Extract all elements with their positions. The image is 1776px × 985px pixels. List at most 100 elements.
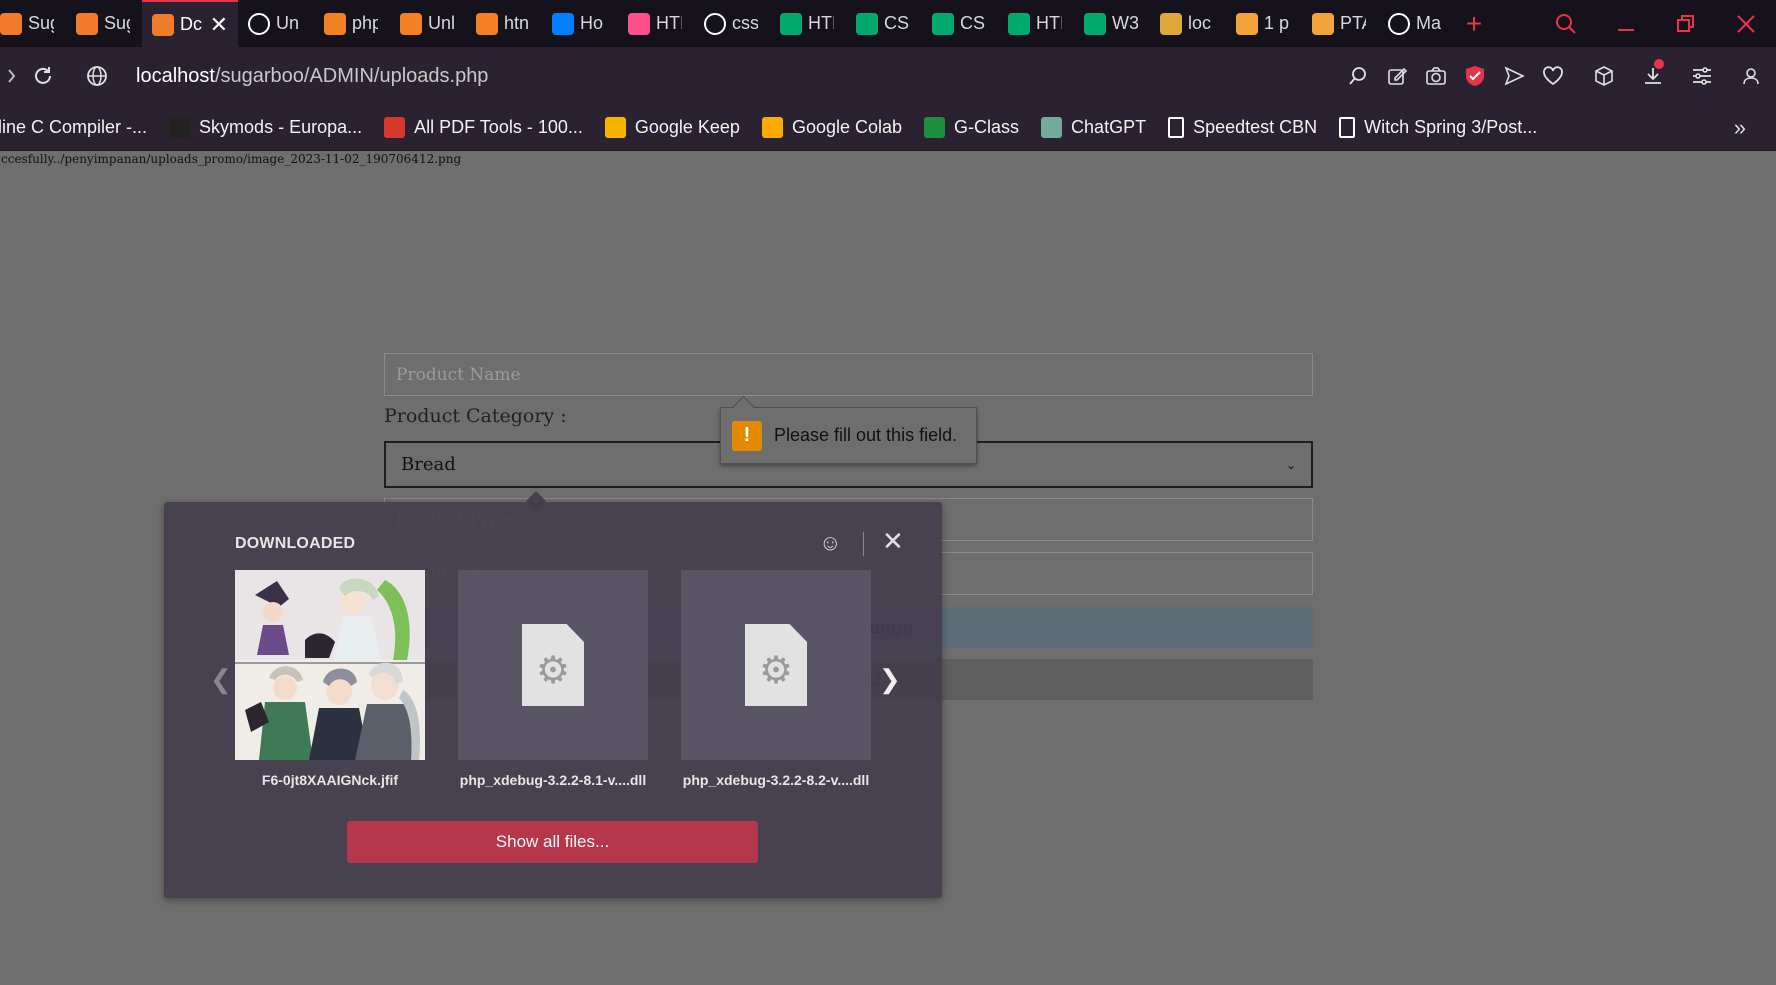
panel-divider bbox=[863, 532, 864, 556]
w3schools-icon bbox=[1084, 12, 1106, 35]
download-item[interactable]: ⚙ php_xdebug-3.2.2-8.2-v....dll bbox=[681, 570, 871, 788]
flow-send-icon[interactable] bbox=[1494, 47, 1533, 105]
stackoverflow-icon bbox=[400, 12, 422, 35]
bookmark-item[interactable]: Speedtest CBN bbox=[1168, 117, 1317, 138]
browser-tab[interactable]: 1 p bbox=[1226, 0, 1302, 47]
bookmark-item[interactable]: G-Class bbox=[924, 117, 1019, 138]
download-icon[interactable] bbox=[1633, 47, 1672, 105]
download-notification-dot bbox=[1654, 59, 1664, 69]
browser-tab[interactable]: HTI bbox=[770, 0, 846, 47]
browser-tab[interactable]: loc bbox=[1150, 0, 1226, 47]
tab-close-icon[interactable]: ✕ bbox=[210, 12, 228, 38]
browser-tab[interactable]: Sug bbox=[0, 0, 66, 47]
download-item[interactable]: F6-0jt8XAAIGNck.jfif bbox=[235, 570, 425, 788]
downloads-title: DOWNLOADED bbox=[235, 535, 356, 552]
download-item[interactable]: ⚙ php_xdebug-3.2.2-8.1-v....dll bbox=[458, 570, 648, 788]
bookmark-label: All PDF Tools - 100... bbox=[414, 117, 583, 137]
show-all-files-button[interactable]: Show all files... bbox=[347, 821, 758, 863]
tab-title: Sug bbox=[104, 13, 130, 33]
tab-bar: Sug Sug Dc ✕ Un php Unl htn Ho HTI css HTI CSS CSS HTI… bbox=[0, 0, 1776, 47]
tab-title: Ho bbox=[580, 13, 604, 33]
tab-title: Sug bbox=[28, 13, 54, 33]
browser-tab[interactable]: HTI bbox=[618, 0, 694, 47]
browser-tab[interactable]: CSS bbox=[922, 0, 998, 47]
zoom-search-icon[interactable] bbox=[1338, 47, 1377, 105]
tn-icon bbox=[1236, 12, 1258, 35]
browser-tab[interactable]: W3 bbox=[1074, 0, 1150, 47]
stackoverflow-icon bbox=[476, 12, 498, 35]
easy-setup-icon[interactable] bbox=[1682, 47, 1721, 105]
digitalocean-icon bbox=[552, 12, 574, 35]
chevron-right-icon[interactable]: ❯ bbox=[879, 664, 901, 695]
tab-title: css bbox=[732, 13, 758, 33]
close-icon[interactable]: ✕ bbox=[882, 526, 904, 557]
toolbar-icons bbox=[1338, 47, 1776, 105]
product-name-input[interactable]: Product Name bbox=[384, 353, 1313, 396]
new-tab-button[interactable]: + bbox=[1454, 0, 1494, 47]
browser-tab[interactable]: HTI bbox=[998, 0, 1074, 47]
browser-tab[interactable]: PTA bbox=[1302, 0, 1378, 47]
browser-tab[interactable]: Un bbox=[238, 0, 314, 47]
bookmark-item[interactable]: Google Keep bbox=[604, 117, 740, 138]
tab-title: Ma bbox=[1416, 13, 1442, 33]
classroom-icon bbox=[924, 117, 946, 138]
download-filename: php_xdebug-3.2.2-8.2-v....dll bbox=[682, 772, 870, 788]
site-info-globe-icon[interactable] bbox=[74, 47, 120, 105]
minimize-button[interactable] bbox=[1596, 0, 1656, 47]
bookmark-label: Google Colab bbox=[791, 117, 903, 137]
bookmark-item[interactable]: ChatGPT bbox=[1041, 117, 1146, 138]
bookmark-item[interactable]: Skymods - Europa... bbox=[169, 117, 362, 138]
camera-icon[interactable] bbox=[1416, 47, 1455, 105]
tn-icon bbox=[1312, 12, 1334, 35]
smiley-feedback-icon[interactable]: ☺ bbox=[819, 530, 841, 556]
w3schools-icon bbox=[780, 12, 802, 35]
restore-button[interactable] bbox=[1656, 0, 1716, 47]
github-icon bbox=[1388, 12, 1410, 35]
browser-tab[interactable]: Sug bbox=[66, 0, 142, 47]
back-arrow-icon[interactable] bbox=[0, 47, 20, 105]
document-icon bbox=[1168, 117, 1185, 138]
bookmark-item[interactable]: Google Colab bbox=[761, 117, 903, 138]
chevron-left-icon[interactable]: ❮ bbox=[210, 664, 232, 695]
tab-search-icon[interactable] bbox=[1536, 0, 1596, 47]
tab-title: loc bbox=[1188, 13, 1212, 33]
url-field[interactable]: localhost/sugarboo/ADMIN/uploads.php bbox=[136, 65, 488, 88]
browser-tab[interactable]: CSS bbox=[846, 0, 922, 47]
browser-tab[interactable]: Dc ✕ bbox=[142, 0, 238, 47]
bookmarks-overflow-icon[interactable]: » bbox=[1734, 105, 1746, 151]
browser-tab[interactable]: Ma bbox=[1378, 0, 1454, 47]
browser-tab[interactable]: htn bbox=[466, 0, 542, 47]
bookmark-item[interactable]: All PDF Tools - 100... bbox=[384, 117, 583, 138]
tab-title: PTA bbox=[1340, 13, 1366, 33]
xampp-icon bbox=[76, 12, 98, 35]
bookmarks-list: line C Compiler -... Skymods - Europa... A… bbox=[0, 117, 1559, 138]
w3schools-icon bbox=[856, 12, 878, 35]
download-filename: F6-0jt8XAAIGNck.jfif bbox=[261, 772, 399, 788]
tab-title: Unl bbox=[428, 13, 454, 33]
category-selected-value: Bread bbox=[401, 454, 456, 475]
google-icon bbox=[704, 12, 726, 35]
address-bar: localhost/sugarboo/ADMIN/uploads.php bbox=[0, 47, 1776, 105]
browser-tab[interactable]: php bbox=[314, 0, 390, 47]
stackoverflow-icon bbox=[324, 12, 346, 35]
bookmarks-bar: line C Compiler -... Skymods - Europa... A… bbox=[0, 105, 1776, 151]
edit-snapshot-icon[interactable] bbox=[1377, 47, 1416, 105]
profile-icon[interactable] bbox=[1731, 47, 1770, 105]
dll-file-gear-icon: ⚙ bbox=[745, 624, 807, 706]
close-window-button[interactable] bbox=[1716, 0, 1776, 47]
reload-icon[interactable] bbox=[20, 47, 66, 105]
google-icon bbox=[248, 12, 270, 35]
tab-title: htn bbox=[504, 13, 530, 33]
browser-tab[interactable]: Ho bbox=[542, 0, 618, 47]
xampp-icon bbox=[152, 13, 174, 36]
browser-tab[interactable]: Unl bbox=[390, 0, 466, 47]
tab-title: 1 p bbox=[1264, 13, 1290, 33]
heart-icon[interactable] bbox=[1533, 47, 1572, 105]
tab-title: Dc bbox=[180, 14, 202, 34]
browser-tab[interactable]: css bbox=[694, 0, 770, 47]
extensions-cube-icon[interactable] bbox=[1584, 47, 1623, 105]
tab-strip: Sug Sug Dc ✕ Un php Unl htn Ho HTI css HTI CSS CSS HTI… bbox=[0, 0, 1454, 47]
bookmark-item[interactable]: line C Compiler -... bbox=[0, 117, 147, 138]
bookmark-item[interactable]: Witch Spring 3/Post... bbox=[1339, 117, 1537, 138]
adblock-shield-icon[interactable] bbox=[1455, 47, 1494, 105]
